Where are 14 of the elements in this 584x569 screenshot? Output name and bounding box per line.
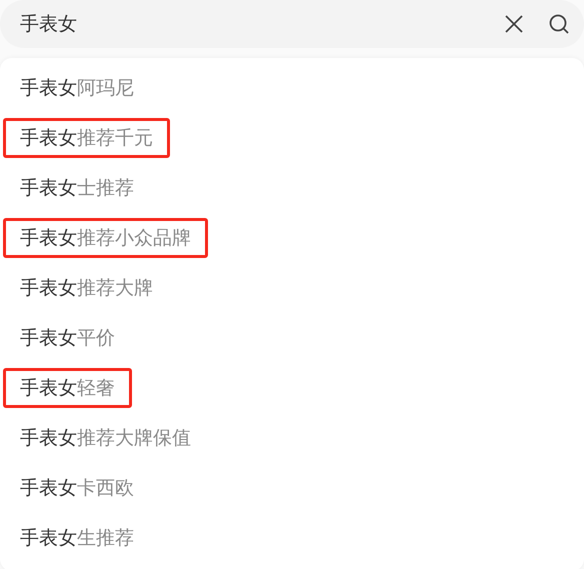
suggestion-item[interactable]: 手表女士推荐: [3, 168, 151, 208]
search-icon[interactable]: [548, 13, 570, 35]
suggestion-item[interactable]: 手表女推荐大牌保值: [3, 418, 208, 458]
suggestion-item[interactable]: 手表女生推荐: [3, 518, 151, 558]
suggestion-item[interactable]: 手表女轻奢: [3, 368, 132, 408]
search-field[interactable]: 手表女: [20, 10, 480, 38]
clear-icon[interactable]: [504, 14, 524, 34]
suggestion-item[interactable]: 手表女推荐小众品牌: [3, 218, 208, 258]
suggestion-item[interactable]: 手表女平价: [3, 318, 132, 358]
suggestion-item[interactable]: 手表女推荐千元: [3, 118, 170, 158]
suggestion-item[interactable]: 手表女阿玛尼: [3, 68, 151, 108]
search-bar[interactable]: 手表女: [0, 0, 584, 48]
suggestion-item[interactable]: 手表女推荐大牌: [3, 268, 170, 308]
suggestion-item[interactable]: 手表女卡西欧: [3, 468, 151, 508]
